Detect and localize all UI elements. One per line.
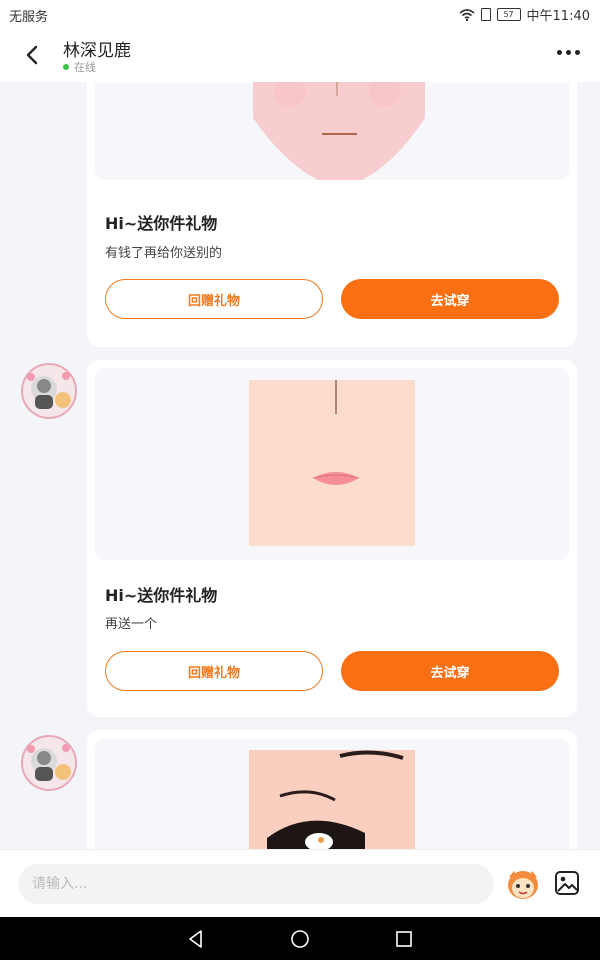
sender-avatar[interactable] [20, 362, 78, 420]
image-icon[interactable] [553, 869, 581, 897]
try-on-button[interactable]: 去试穿 [341, 651, 559, 691]
sender-avatar[interactable] [20, 734, 78, 792]
online-status-text: 在线 [74, 61, 96, 74]
gift-message-card: Hi~送你件礼物 有钱了再给你送别的 回赠礼物 去试穿 [87, 82, 577, 347]
contact-name: 林深见鹿 [63, 41, 131, 61]
input-bar [0, 849, 600, 918]
message-input[interactable] [18, 864, 494, 904]
try-on-button[interactable]: 去试穿 [341, 279, 559, 319]
return-gift-button[interactable]: 回赠礼物 [105, 651, 323, 691]
gift-lips-image [249, 380, 415, 546]
wifi-icon [459, 8, 475, 21]
carrier-text: 无服务 [9, 10, 49, 25]
return-gift-button[interactable]: 回赠礼物 [105, 279, 323, 319]
nav-recent-icon[interactable] [393, 928, 415, 950]
nav-back-icon[interactable] [185, 928, 207, 950]
more-icon[interactable] [557, 50, 580, 55]
system-nav-bar [0, 917, 600, 960]
gift-eyes-image [249, 750, 415, 849]
gift-message-card [87, 730, 577, 849]
gift-message-title: Hi~送你件礼物 [105, 214, 218, 233]
gift-preview[interactable] [95, 368, 569, 560]
gift-message-card: Hi~送你件礼物 再送一个 回赠礼物 去试穿 [87, 360, 577, 717]
status-bar: 无服务 57 中午11:40 [0, 0, 600, 28]
battery-icon: 57 [496, 8, 521, 21]
online-dot-icon [63, 64, 69, 70]
online-status: 在线 [63, 59, 96, 75]
clock: 中午11:40 [526, 9, 590, 24]
gift-message-title: Hi~送你件礼物 [105, 586, 218, 605]
chat-header: 林深见鹿 在线 [0, 28, 600, 82]
message-list[interactable]: Hi~送你件礼物 有钱了再给你送别的 回赠礼物 去试穿 Hi~送你件礼物 再送一… [0, 82, 600, 849]
nav-home-icon[interactable] [289, 928, 311, 950]
gift-message-text: 再送一个 [105, 617, 158, 632]
emoji-icon[interactable] [505, 867, 541, 901]
gift-preview[interactable] [95, 82, 569, 180]
battery-level: 57 [503, 10, 514, 19]
back-arrow-icon[interactable] [20, 42, 46, 68]
gift-message-text: 有钱了再给你送别的 [105, 246, 223, 261]
gift-preview[interactable] [95, 738, 569, 849]
sim-icon [480, 8, 491, 21]
gift-face-image [253, 82, 425, 180]
